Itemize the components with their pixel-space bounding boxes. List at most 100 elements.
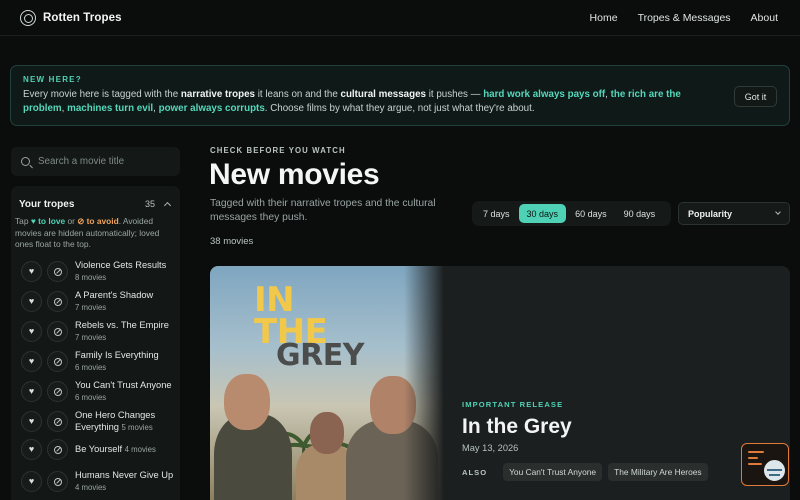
globe-icon xyxy=(762,458,787,483)
trope-name: Humans Never Give Up xyxy=(75,470,174,480)
love-button[interactable]: ♥ xyxy=(21,439,42,460)
poster-title-grey: GREY xyxy=(276,338,364,373)
banner-title: NEW HERE? xyxy=(23,75,82,84)
avoid-button[interactable] xyxy=(47,381,68,402)
trope-name: You Can't Trust Anyone xyxy=(75,380,172,390)
heart-icon: ♥ xyxy=(28,356,35,366)
tropes-title: Your tropes xyxy=(19,198,75,210)
brand-name: Rotten Tropes xyxy=(43,11,122,24)
list-item: ♥ Family Is Everything 6 movies xyxy=(21,349,175,374)
brand[interactable]: Rotten Tropes xyxy=(20,9,122,26)
love-button[interactable]: ♥ xyxy=(21,291,42,312)
tropes-panel: Your tropes 35 Tap ♥ to love or ⊘ to avo… xyxy=(11,186,180,500)
chevron-down-icon xyxy=(775,209,781,215)
movie-poster[interactable]: IN THE GREY xyxy=(210,266,443,500)
list-item: ♥ Be Yourself 4 movies xyxy=(21,439,175,460)
top-nav: Rotten Tropes Home Tropes & Messages Abo… xyxy=(0,0,800,36)
nav-about[interactable]: About xyxy=(751,12,778,24)
search-placeholder: Search a movie title xyxy=(38,156,125,167)
avoid-button[interactable] xyxy=(47,291,68,312)
date-range-toggle: 7 days 30 days 60 days 90 days xyxy=(472,201,671,226)
trope-count: 7 movies xyxy=(75,333,107,342)
also-label: ALSO xyxy=(462,467,488,477)
movie-date: May 13, 2026 xyxy=(462,443,519,453)
got-it-button[interactable]: Got it xyxy=(734,86,777,107)
avoid-button[interactable] xyxy=(47,439,68,460)
also-tags: ALSO You Can't Trust Anyone The Military… xyxy=(462,463,708,481)
trope-name: Be Yourself xyxy=(75,444,123,454)
list-item: ♥ You Can't Trust Anyone 6 movies xyxy=(21,379,175,404)
trope-name: Family Is Everything xyxy=(75,350,159,360)
list-item: ♥ Violence Gets Results 8 movies xyxy=(21,259,175,284)
ban-icon xyxy=(53,267,62,276)
chevron-up-icon[interactable] xyxy=(163,201,172,210)
floating-translate-widget[interactable] xyxy=(741,443,789,486)
trope-count: 8 movies xyxy=(75,273,107,282)
banner-text: Every movie here is tagged with the narr… xyxy=(23,89,681,114)
trope-count: 6 movies xyxy=(75,363,107,372)
movie-count: 38 movies xyxy=(210,236,254,247)
release-tag: IMPORTANT RELEASE xyxy=(462,400,564,409)
trope-name: A Parent's Shadow xyxy=(75,290,154,300)
list-item: ♥ Rebels vs. The Empire 7 movies xyxy=(21,319,175,344)
search-icon xyxy=(21,157,30,166)
heart-icon: ♥ xyxy=(28,476,35,486)
actor-figure xyxy=(224,374,270,430)
trope-chip[interactable]: You Can't Trust Anyone xyxy=(503,463,603,481)
nav-home[interactable]: Home xyxy=(590,12,618,24)
trope-count: 5 movies xyxy=(121,423,153,432)
tropes-help-text: Tap ♥ to love or ⊘ to avoid. Avoided mov… xyxy=(15,216,160,249)
love-button[interactable]: ♥ xyxy=(21,261,42,282)
actor-figure xyxy=(310,412,344,454)
page-subtitle: Tagged with their narrative tropes and t… xyxy=(210,198,436,223)
range-7-days[interactable]: 7 days xyxy=(475,204,518,223)
nav-tropes-messages[interactable]: Tropes & Messages xyxy=(638,12,731,24)
section-eyebrow: CHECK BEFORE YOU WATCH xyxy=(210,146,346,155)
ban-icon xyxy=(53,417,62,426)
list-item: ♥ A Parent's Shadow 7 movies xyxy=(21,289,175,314)
movie-meta: IMPORTANT RELEASE In the Grey May 13, 20… xyxy=(462,400,708,481)
heart-icon: ♥ xyxy=(28,386,35,396)
heart-icon: ♥ xyxy=(28,296,35,306)
sort-value: Popularity xyxy=(688,208,733,219)
trope-count: 6 movies xyxy=(75,393,107,402)
search-input[interactable]: Search a movie title xyxy=(11,147,180,176)
ban-icon xyxy=(53,327,62,336)
list-item: ♥ Humans Never Give Up 4 movies xyxy=(21,469,175,494)
avoid-button[interactable] xyxy=(47,351,68,372)
avoid-button[interactable] xyxy=(47,261,68,282)
sort-select[interactable]: Popularity xyxy=(678,202,790,225)
love-button[interactable]: ♥ xyxy=(21,351,42,372)
featured-movie-card[interactable]: IN THE GREY IMPORTANT RELEASE In the Grey… xyxy=(210,266,790,500)
list-item: ♥ One Hero Changes Everything 5 movies xyxy=(21,409,175,434)
movie-title[interactable]: In the Grey xyxy=(462,415,708,439)
love-button[interactable]: ♥ xyxy=(21,471,42,492)
love-button[interactable]: ♥ xyxy=(21,321,42,342)
ban-icon xyxy=(53,477,62,486)
ban-icon xyxy=(53,445,62,454)
avoid-button[interactable] xyxy=(47,321,68,342)
trope-name: Rebels vs. The Empire xyxy=(75,320,169,330)
range-60-days[interactable]: 60 days xyxy=(567,204,615,223)
range-90-days[interactable]: 90 days xyxy=(616,204,664,223)
main-nav: Home Tropes & Messages About xyxy=(590,12,778,24)
avoid-button[interactable] xyxy=(47,411,68,432)
heart-icon: ♥ xyxy=(28,266,35,276)
love-button[interactable]: ♥ xyxy=(21,381,42,402)
ban-icon xyxy=(53,387,62,396)
poster-fade xyxy=(404,266,443,500)
tropes-header[interactable]: Your tropes 35 xyxy=(11,186,180,212)
love-button[interactable]: ♥ xyxy=(21,411,42,432)
trope-name: Violence Gets Results xyxy=(75,260,167,270)
welcome-banner: NEW HERE? Every movie here is tagged wit… xyxy=(10,65,790,126)
heart-icon: ♥ xyxy=(28,444,35,454)
trope-count: 4 movies xyxy=(75,483,107,492)
ban-icon xyxy=(53,297,62,306)
tropes-count: 35 xyxy=(144,199,155,209)
avoid-button[interactable] xyxy=(47,471,68,492)
range-30-days[interactable]: 30 days xyxy=(518,204,567,223)
ban-icon xyxy=(53,357,62,366)
page-title: New movies xyxy=(209,158,380,191)
trope-chip[interactable]: The Military Are Heroes xyxy=(608,463,708,481)
heart-icon: ♥ xyxy=(28,416,35,426)
